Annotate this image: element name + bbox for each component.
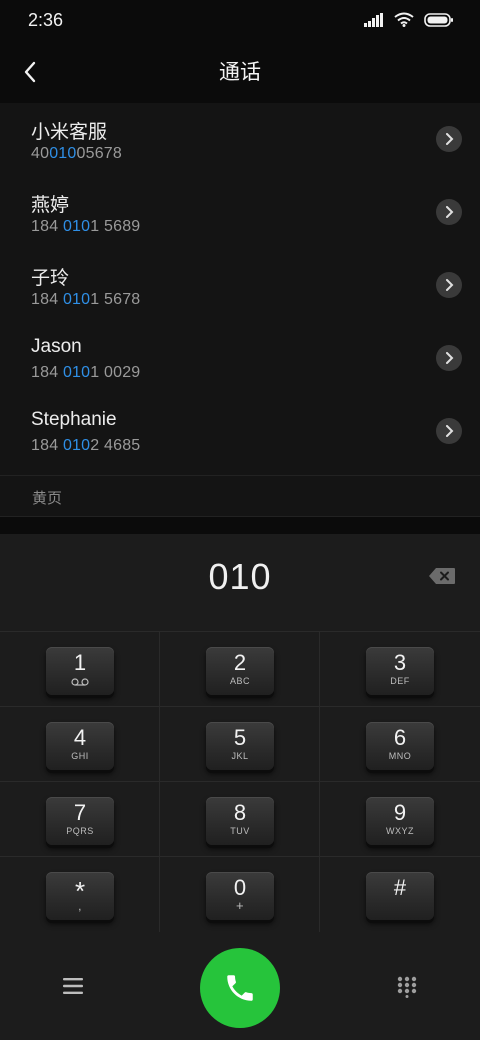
key-cap[interactable]: 2 ABC — [206, 647, 274, 695]
contact-detail-button[interactable] — [436, 126, 462, 152]
bottom-bar — [0, 934, 480, 1040]
backspace-icon — [429, 568, 455, 584]
battery-icon — [424, 12, 453, 27]
key-star[interactable]: * , — [0, 857, 160, 932]
key-cap[interactable]: * , — [46, 872, 114, 920]
voicemail-icon — [71, 678, 89, 686]
number-match: 010 — [62, 218, 91, 235]
contact-detail-button[interactable] — [436, 272, 462, 298]
contact-number: 184 0101 5689 — [31, 218, 141, 235]
menu-button[interactable] — [56, 972, 90, 1000]
contact-name: Stephanie — [31, 409, 117, 430]
contact-row[interactable]: 子玲 184 0101 5678 — [0, 249, 480, 322]
call-button[interactable] — [200, 948, 280, 1028]
key-cap[interactable]: 1 — [46, 647, 114, 695]
phone-icon — [227, 975, 253, 1001]
contact-number: 184 0101 5678 — [31, 291, 141, 308]
dialpad-icon — [397, 976, 417, 998]
signal-icon — [364, 12, 383, 27]
header: 通话 — [0, 44, 480, 100]
chevron-right-icon — [446, 352, 454, 364]
keypad: 1 2 ABC 3 DEF 4 GHI 5 JKL 6 MNO 7 PQRS 8… — [0, 632, 480, 934]
number-match: 010 — [62, 364, 91, 381]
chevron-right-icon — [446, 133, 454, 145]
key-cap[interactable]: 6 MNO — [366, 722, 434, 770]
key-9[interactable]: 9 WXYZ — [320, 782, 480, 857]
status-bar: 2:36 — [0, 0, 480, 44]
key-cap[interactable]: 4 GHI — [46, 722, 114, 770]
backspace-button[interactable] — [426, 564, 458, 588]
status-icons — [364, 12, 454, 27]
contact-row[interactable]: Stephanie 184 0102 4685 — [0, 395, 480, 468]
key-cap[interactable]: 8 TUV — [206, 797, 274, 845]
chevron-right-icon — [446, 425, 454, 437]
key-6[interactable]: 6 MNO — [320, 707, 480, 782]
key-cap[interactable]: 7 PQRS — [46, 797, 114, 845]
contact-row[interactable]: 燕婷 184 0101 5689 — [0, 176, 480, 249]
number-match: 010 — [62, 437, 91, 454]
number-match: 010 — [62, 291, 91, 308]
contact-name: 子玲 — [31, 268, 70, 289]
key-0[interactable]: 0 + — [160, 857, 320, 932]
contact-name: 燕婷 — [31, 195, 70, 216]
contact-list: 小米客服 4001005678 燕婷 184 0101 5689 子玲 184 … — [0, 103, 480, 517]
contact-number: 184 0102 4685 — [31, 437, 141, 454]
key-cap[interactable]: 3 DEF — [366, 647, 434, 695]
key-hash[interactable]: # — [320, 857, 480, 932]
menu-icon — [63, 978, 83, 994]
status-time: 2:36 — [28, 10, 64, 30]
contact-number: 184 0101 0029 — [31, 364, 141, 381]
key-cap[interactable]: 9 WXYZ — [366, 797, 434, 845]
key-cap[interactable]: 0 + — [206, 872, 274, 920]
key-4[interactable]: 4 GHI — [0, 707, 160, 782]
number-match: 010 — [49, 145, 77, 162]
dial-display: 010 — [0, 534, 480, 632]
dialed-number: 010 — [208, 556, 272, 597]
wifi-icon — [394, 12, 414, 27]
key-cap[interactable]: 5 JKL — [206, 722, 274, 770]
chevron-right-icon — [446, 206, 454, 218]
key-8[interactable]: 8 TUV — [160, 782, 320, 857]
key-2[interactable]: 2 ABC — [160, 632, 320, 707]
contact-name: 小米客服 — [31, 122, 108, 143]
key-5[interactable]: 5 JKL — [160, 707, 320, 782]
hide-keypad-button[interactable] — [392, 972, 422, 1002]
contact-detail-button[interactable] — [436, 199, 462, 225]
yellow-pages-label: 黄页 — [32, 489, 63, 507]
page-title: 通话 — [219, 60, 261, 84]
contact-name: Jason — [31, 336, 82, 357]
contact-detail-button[interactable] — [436, 418, 462, 444]
contact-detail-button[interactable] — [436, 345, 462, 371]
key-cap[interactable]: # — [366, 872, 434, 920]
key-1[interactable]: 1 — [0, 632, 160, 707]
chevron-right-icon — [446, 279, 454, 291]
key-7[interactable]: 7 PQRS — [0, 782, 160, 857]
yellow-pages-section[interactable]: 黄页 — [0, 475, 480, 517]
contact-row[interactable]: 小米客服 4001005678 — [0, 103, 480, 176]
key-3[interactable]: 3 DEF — [320, 632, 480, 707]
contact-number: 4001005678 — [31, 145, 122, 162]
contact-row[interactable]: Jason 184 0101 0029 — [0, 322, 480, 395]
